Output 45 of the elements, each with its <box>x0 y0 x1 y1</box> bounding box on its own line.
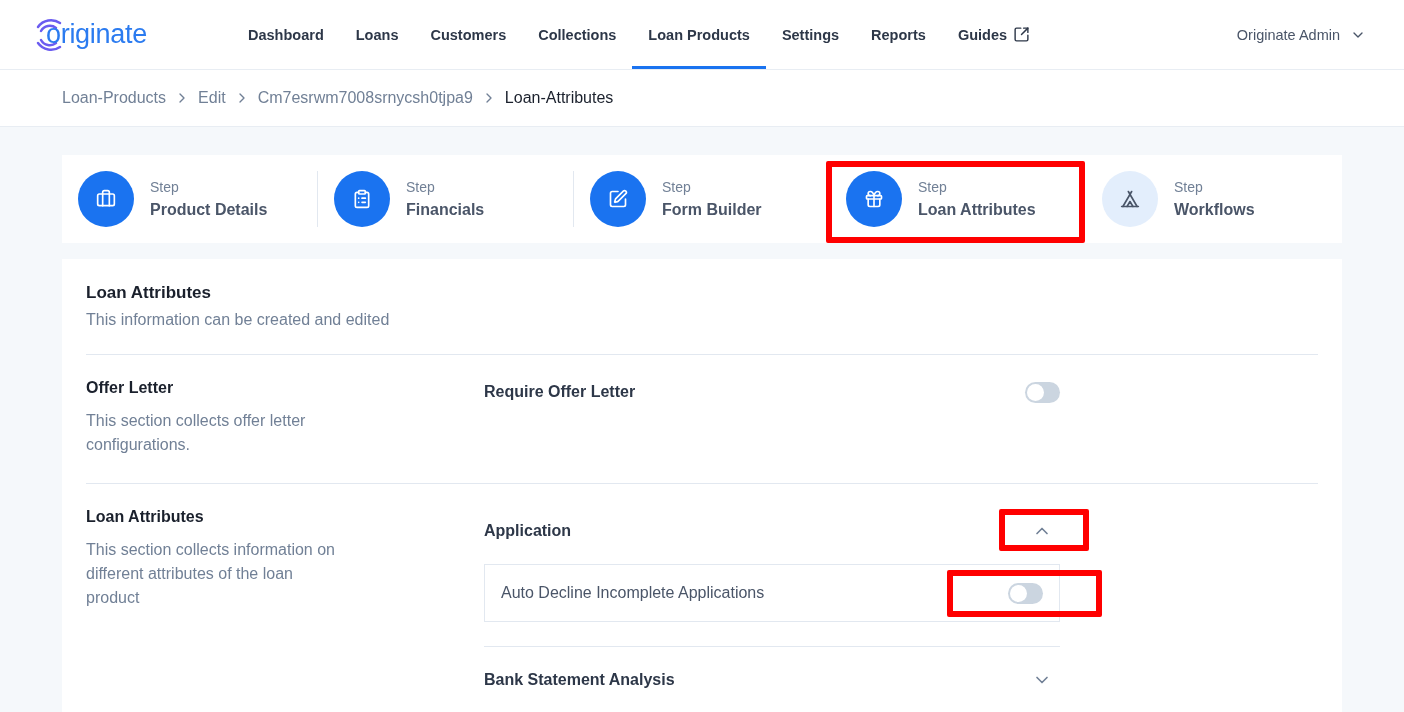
card-subtitle: This information can be created and edited <box>86 311 391 329</box>
nav-link[interactable]: Dashboard <box>232 0 340 69</box>
step-circle[interactable] <box>334 171 390 227</box>
step-label: Financials <box>406 201 485 219</box>
nav-link[interactable]: Collections <box>522 0 633 69</box>
step-circle[interactable] <box>78 171 134 227</box>
step-label: Loan Attributes <box>918 201 1036 219</box>
card-title: Loan Attributes <box>86 283 212 303</box>
step-caption: Step <box>406 179 436 195</box>
logo-text: originate <box>46 19 147 50</box>
accordion-title: Bank Statement Analysis <box>484 671 675 689</box>
setting-label: Require Offer Letter <box>484 383 636 401</box>
toggle-switch[interactable] <box>1025 381 1060 403</box>
breadcrumb-link[interactable]: Edit <box>198 89 226 107</box>
nav-link[interactable]: Guides <box>941 0 1047 69</box>
setting-label: Auto Decline Incomplete Applications <box>501 584 765 602</box>
step-caption: Step <box>662 179 692 195</box>
step-circle[interactable] <box>846 171 902 227</box>
step-circle[interactable] <box>1102 171 1158 227</box>
nav-link[interactable]: Loans <box>339 0 415 69</box>
section-title: Offer Letter <box>86 379 175 397</box>
gift-icon <box>864 189 884 209</box>
briefcase-icon <box>96 189 116 209</box>
section-title: Loan Attributes <box>86 508 205 526</box>
step-label: Product Details <box>150 201 268 219</box>
breadcrumb-link[interactable]: Loan-Attributes <box>504 89 614 107</box>
section-description: This section collects information on different attributes of the loan product <box>86 540 336 608</box>
step-caption: Step <box>1174 179 1204 195</box>
user-menu[interactable]: Originate Admin <box>1230 0 1372 69</box>
nav-link[interactable]: Customers <box>414 0 523 69</box>
nav-link[interactable]: Reports <box>855 0 942 69</box>
step-circle[interactable] <box>590 171 646 227</box>
pencil-icon <box>608 189 628 209</box>
nav-link[interactable]: Settings <box>765 0 856 69</box>
step-label: Form Builder <box>662 201 762 219</box>
step-caption: Step <box>150 179 180 195</box>
toggle-switch[interactable] <box>1008 582 1043 604</box>
step-label: Workflows <box>1174 201 1255 219</box>
section-description: This section collects offer letter configurations. <box>86 411 307 455</box>
step-caption: Step <box>918 179 948 195</box>
breadcrumb-link[interactable]: Loan-Products <box>62 89 167 107</box>
accordion-title: Application <box>484 522 572 540</box>
tent-icon <box>1120 189 1140 209</box>
breadcrumb-link[interactable]: Cm7esrwm7008srnycsh0tjpa9 <box>257 89 473 107</box>
clipboard-icon <box>352 189 372 209</box>
